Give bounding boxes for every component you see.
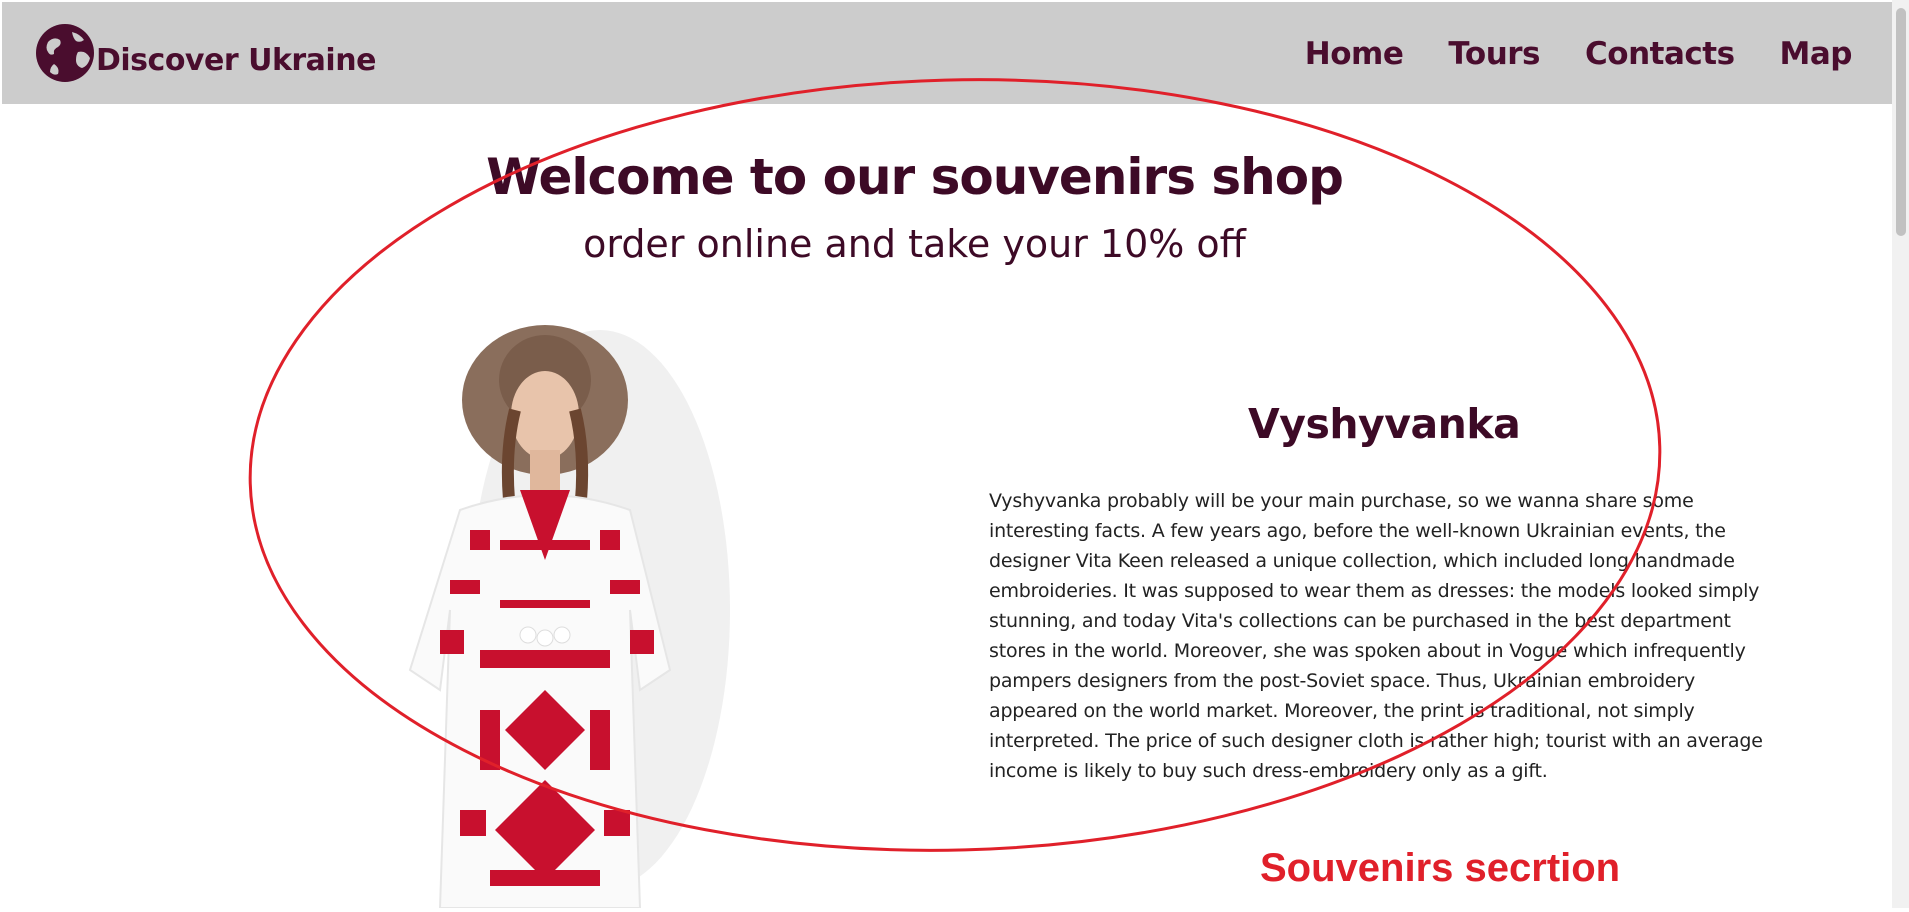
nav-tours[interactable]: Tours	[1448, 36, 1540, 72]
main-nav: Home Tours Contacts Map	[1260, 36, 1853, 72]
scrollbar-thumb[interactable]	[1896, 8, 1906, 236]
logo-text: Discover Ukraine	[96, 42, 376, 78]
nav-contacts[interactable]: Contacts	[1585, 36, 1735, 72]
logo[interactable]: Discover Ukraine	[34, 22, 376, 84]
scrollbar[interactable]	[1892, 0, 1909, 908]
nav-map[interactable]: Map	[1780, 36, 1853, 72]
hero-subtitle: order online and take your 10% off	[583, 222, 1246, 266]
hero-title: Welcome to our souvenirs shop	[486, 148, 1344, 206]
globe-icon	[36, 24, 94, 82]
site-header: Discover Ukraine Home Tours Contacts Map	[2, 2, 1892, 104]
woman-in-embroidered-dress-image	[340, 310, 760, 909]
annotation-label: Souvenirs secrtion	[1260, 846, 1621, 890]
product-description: Vyshyvanka probably will be your main pu…	[989, 490, 1763, 782]
product-title: Vyshyvanka	[1248, 400, 1521, 448]
nav-home[interactable]: Home	[1305, 36, 1404, 72]
